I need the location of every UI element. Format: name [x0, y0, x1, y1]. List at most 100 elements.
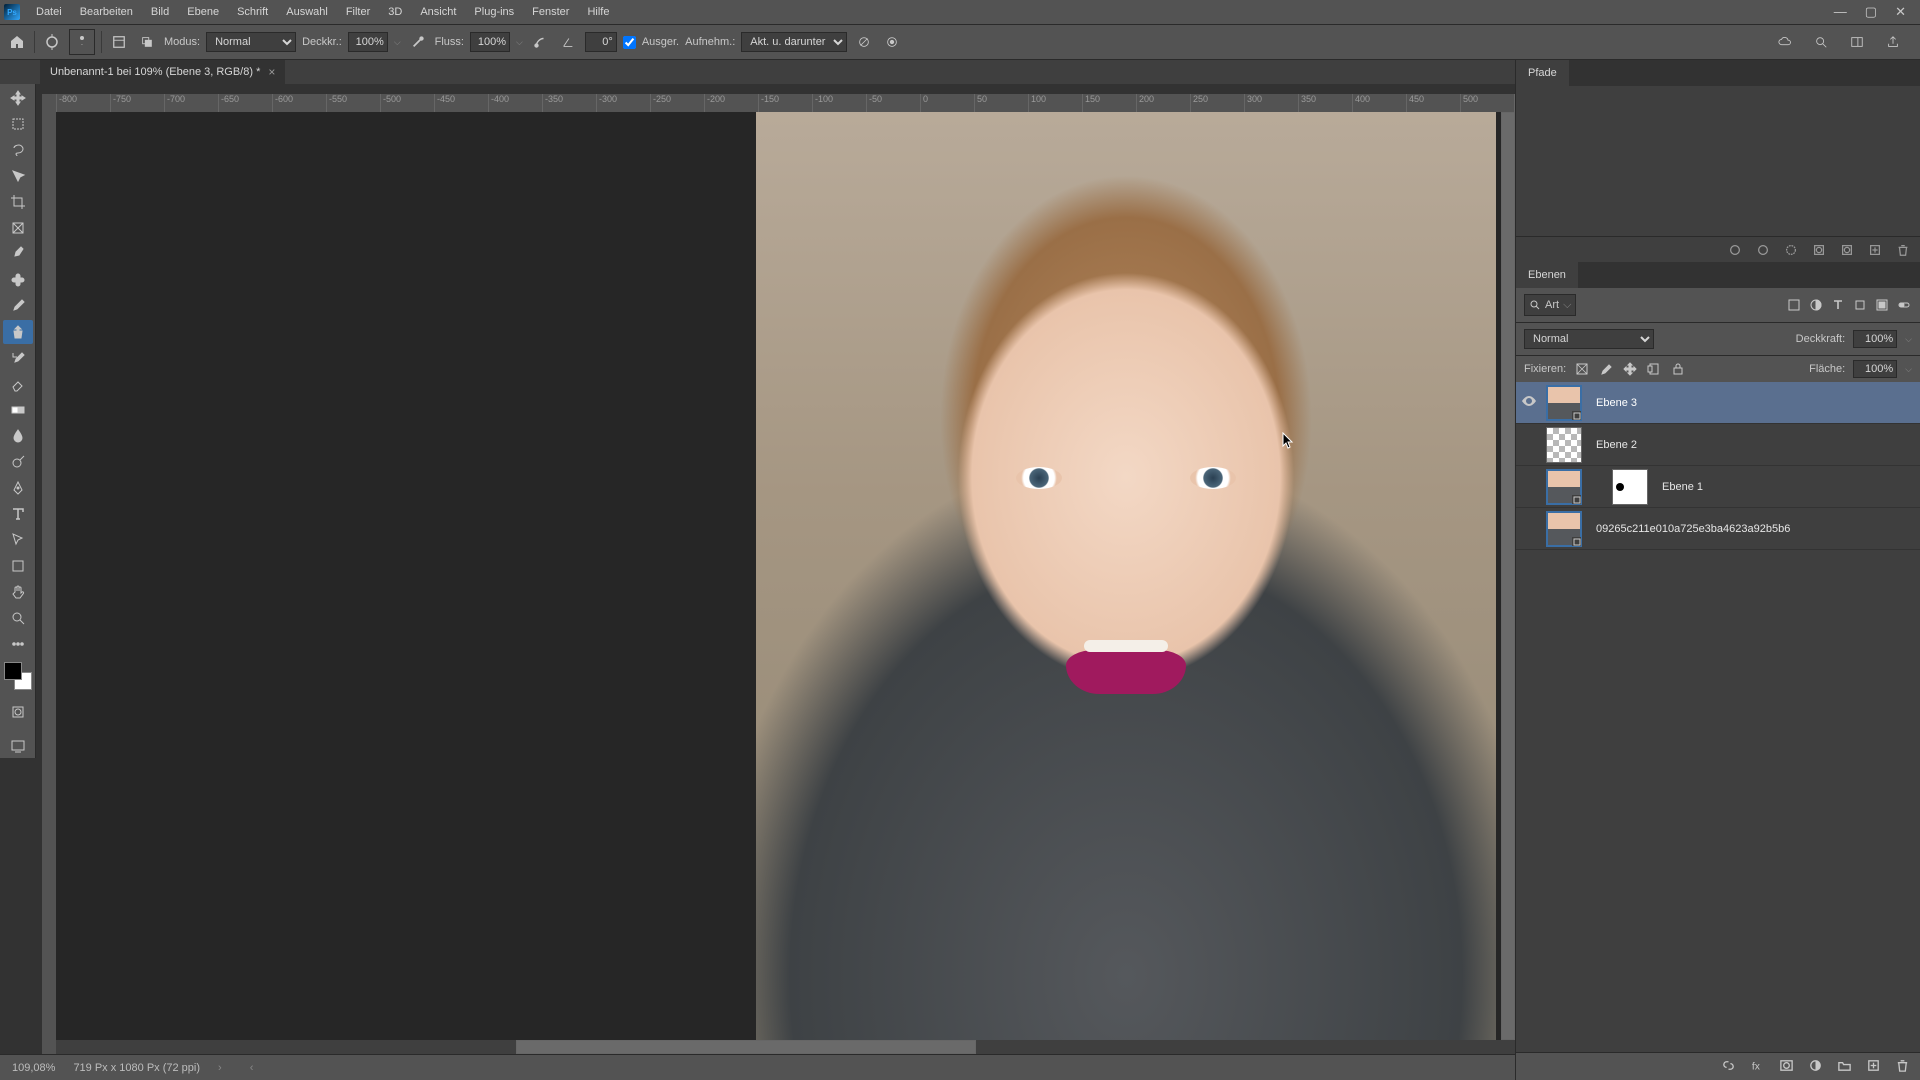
new-layer-icon[interactable] — [1866, 1058, 1881, 1076]
hand-tool[interactable] — [3, 580, 33, 604]
dropdown-arrow-icon[interactable]: ⌵ — [394, 37, 401, 48]
lasso-tool[interactable] — [3, 138, 33, 162]
quick-select-tool[interactable] — [3, 164, 33, 188]
crop-tool[interactable] — [3, 190, 33, 214]
shape-tool[interactable] — [3, 554, 33, 578]
fluss-input[interactable] — [470, 32, 510, 52]
pfade-tab[interactable]: Pfade — [1516, 60, 1569, 86]
gradient-tool[interactable] — [3, 398, 33, 422]
layer-thumbnail[interactable] — [1546, 469, 1582, 505]
filter-type-icon[interactable] — [1830, 297, 1846, 313]
angle-input[interactable] — [585, 32, 617, 52]
current-tool-icon[interactable] — [41, 31, 63, 53]
home-icon[interactable] — [6, 31, 28, 53]
menu-schrift[interactable]: Schrift — [229, 2, 276, 22]
menu-datei[interactable]: Datei — [28, 2, 70, 22]
fill-input[interactable] — [1853, 360, 1897, 378]
layer-row[interactable]: Ebene 3 — [1516, 382, 1920, 424]
color-swatches[interactable] — [4, 662, 32, 690]
brush-preset-picker[interactable]: · — [69, 29, 95, 55]
selection-from-path-icon[interactable] — [1784, 243, 1798, 257]
layer-mask-icon[interactable] — [1779, 1058, 1794, 1076]
lock-nesting-icon[interactable] — [1646, 361, 1662, 377]
search-icon[interactable] — [1810, 31, 1832, 53]
dropdown-arrow-icon[interactable]: ⌵ — [1905, 364, 1912, 375]
layer-group-icon[interactable] — [1837, 1058, 1852, 1076]
type-tool[interactable] — [3, 502, 33, 526]
layer-row[interactable]: Ebene 1 — [1516, 466, 1920, 508]
menu-bearbeiten[interactable]: Bearbeiten — [72, 2, 141, 22]
dropdown-arrow-icon[interactable]: ⌵ — [1905, 334, 1912, 345]
filter-shape-icon[interactable] — [1852, 297, 1868, 313]
ebenen-tab[interactable]: Ebenen — [1516, 262, 1578, 288]
layer-filter-type[interactable]: Art ⌵ — [1524, 294, 1576, 316]
status-nav-icon[interactable]: ‹ — [250, 1062, 254, 1074]
lock-pixels-icon[interactable] — [1598, 361, 1614, 377]
dropdown-arrow-icon[interactable]: ⌵ — [516, 37, 523, 48]
layer-mask-thumbnail[interactable] — [1612, 469, 1648, 505]
zoom-tool[interactable] — [3, 606, 33, 630]
document-tab[interactable]: Unbenannt-1 bei 109% (Ebene 3, RGB/8) * … — [40, 60, 285, 84]
edit-toolbar[interactable] — [3, 632, 33, 656]
layer-row[interactable]: Ebene 2 — [1516, 424, 1920, 466]
layer-thumbnail[interactable] — [1546, 385, 1582, 421]
link-layers-icon[interactable] — [1721, 1058, 1736, 1076]
zoom-level[interactable]: 109,08% — [12, 1062, 55, 1074]
layer-thumbnail[interactable] — [1546, 511, 1582, 547]
stroke-path-icon[interactable] — [1756, 243, 1770, 257]
status-more-icon[interactable]: › — [218, 1062, 222, 1074]
frame-tool[interactable] — [3, 216, 33, 240]
cloud-docs-icon[interactable] — [1774, 31, 1796, 53]
delete-layer-icon[interactable] — [1895, 1058, 1910, 1076]
layer-name[interactable]: Ebene 1 — [1662, 481, 1703, 493]
lock-all-icon[interactable] — [1670, 361, 1686, 377]
maximize-icon[interactable]: ▢ — [1865, 4, 1877, 20]
modus-select[interactable]: Normal — [206, 32, 296, 52]
deckkraft-input[interactable] — [348, 32, 388, 52]
eraser-tool[interactable] — [3, 372, 33, 396]
airbrush-icon[interactable] — [529, 31, 551, 53]
brush-panel-icon[interactable] — [108, 31, 130, 53]
dodge-tool[interactable] — [3, 450, 33, 474]
add-mask-icon[interactable] — [1840, 243, 1854, 257]
workspace-icon[interactable] — [1846, 31, 1868, 53]
pen-tool[interactable] — [3, 476, 33, 500]
filter-toggle[interactable] — [1896, 297, 1912, 313]
layer-fx-icon[interactable]: fx — [1750, 1058, 1765, 1076]
filter-pixel-icon[interactable] — [1786, 297, 1802, 313]
close-icon[interactable]: ✕ — [1895, 4, 1906, 20]
layer-name[interactable]: 09265c211e010a725e3ba4623a92b5b6 — [1596, 523, 1790, 535]
menu-bild[interactable]: Bild — [143, 2, 177, 22]
horizontal-scrollbar[interactable] — [56, 1040, 1515, 1054]
menu-fenster[interactable]: Fenster — [524, 2, 577, 22]
tab-close-icon[interactable]: × — [268, 65, 275, 79]
marquee-tool[interactable] — [3, 112, 33, 136]
filter-adjust-icon[interactable] — [1808, 297, 1824, 313]
clone-source-icon[interactable] — [136, 31, 158, 53]
layer-visibility-toggle[interactable] — [1520, 396, 1538, 409]
lock-transparent-icon[interactable] — [1574, 361, 1590, 377]
menu-hilfe[interactable]: Hilfe — [579, 2, 617, 22]
lock-position-icon[interactable] — [1622, 361, 1638, 377]
history-brush-tool[interactable] — [3, 346, 33, 370]
share-icon[interactable] — [1882, 31, 1904, 53]
menu-ebene[interactable]: Ebene — [179, 2, 227, 22]
layer-row[interactable]: 09265c211e010a725e3ba4623a92b5b6 — [1516, 508, 1920, 550]
menu-ansicht[interactable]: Ansicht — [412, 2, 464, 22]
path-from-selection-icon[interactable] — [1812, 243, 1826, 257]
menu-auswahl[interactable]: Auswahl — [278, 2, 336, 22]
opacity-input[interactable] — [1853, 330, 1897, 348]
path-select-tool[interactable] — [3, 528, 33, 552]
pressure-opacity-icon[interactable] — [407, 31, 429, 53]
brush-tool[interactable] — [3, 294, 33, 318]
fill-path-icon[interactable] — [1728, 243, 1742, 257]
filter-smart-icon[interactable] — [1874, 297, 1890, 313]
new-path-icon[interactable] — [1868, 243, 1882, 257]
foreground-color[interactable] — [4, 662, 22, 680]
ignore-adjustment-icon[interactable] — [853, 31, 875, 53]
menu-plugins[interactable]: Plug-ins — [466, 2, 522, 22]
layer-thumbnail[interactable] — [1546, 427, 1582, 463]
doc-info[interactable]: 719 Px x 1080 Px (72 ppi) — [73, 1062, 200, 1074]
menu-filter[interactable]: Filter — [338, 2, 378, 22]
ausgerichtet-checkbox[interactable] — [623, 36, 636, 49]
